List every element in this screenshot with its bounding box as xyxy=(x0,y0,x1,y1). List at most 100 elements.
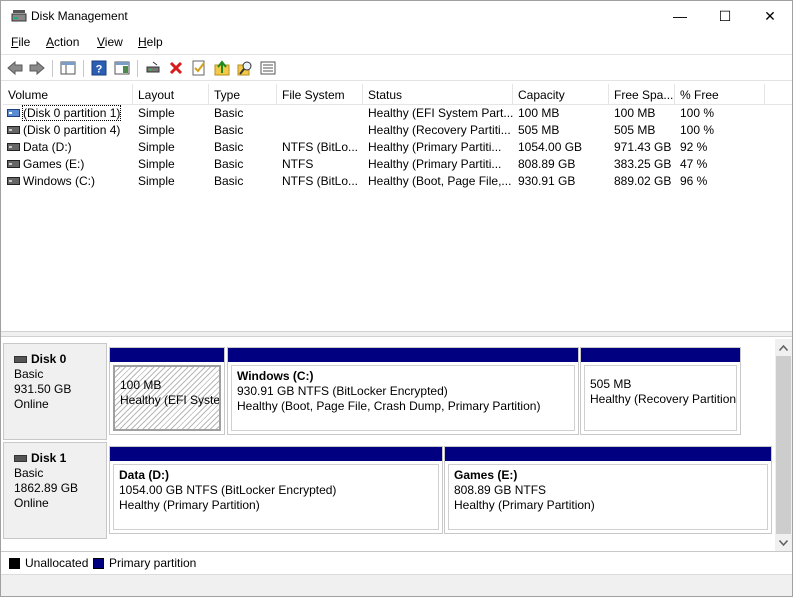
console-tree-icon xyxy=(60,61,76,75)
volume-icon xyxy=(7,160,20,168)
partition-size: 100 MB xyxy=(120,378,162,392)
partition-size: 1054.00 GB NTFS (BitLocker Encrypted) xyxy=(119,483,337,497)
volume-status: Healthy (Primary Partiti... xyxy=(368,157,502,171)
primary-partition-bar xyxy=(445,447,771,461)
vertical-scrollbar[interactable] xyxy=(775,339,792,551)
menu-view-rest: iew xyxy=(104,35,123,49)
menu-file[interactable]: File xyxy=(11,35,30,49)
disk-1-type: Basic xyxy=(14,466,44,480)
partition-title: Data (D:) xyxy=(119,468,169,482)
back-icon xyxy=(7,61,23,75)
forward-button[interactable] xyxy=(27,58,47,78)
volume-type: Basic xyxy=(214,174,244,188)
pane-splitter[interactable] xyxy=(1,331,792,337)
volume-name: Data (D:) xyxy=(23,140,72,154)
volume-row[interactable]: (Disk 0 partition 4) Simple Basic Health… xyxy=(3,122,792,139)
volume-name: Windows (C:) xyxy=(23,174,96,188)
menu-help-rest: elp xyxy=(146,35,163,49)
properties-button[interactable] xyxy=(189,58,209,78)
menu-view[interactable]: View xyxy=(97,35,123,49)
help-icon: ? xyxy=(91,60,107,76)
partition-title xyxy=(120,370,214,378)
partition-status: Healthy (Recovery Partition xyxy=(590,392,737,406)
volume-status: Healthy (Boot, Page File,... xyxy=(368,174,512,188)
title-bar[interactable]: Disk Management — ☐ ✕ xyxy=(1,1,792,31)
svg-text:?: ? xyxy=(96,64,103,76)
column-header-status[interactable]: Status xyxy=(363,84,513,105)
delete-icon xyxy=(169,61,183,75)
volume-list: Volume Layout Type File System Status Ca… xyxy=(3,84,792,331)
delete-button[interactable] xyxy=(166,58,186,78)
legend-label: Unallocated xyxy=(25,556,89,570)
partition-efi-system-body: 100 MB Healthy (EFI System xyxy=(113,365,221,431)
disk-0-name-row: Disk 0 xyxy=(14,352,106,367)
volume-free-space: 505 MB xyxy=(614,123,656,137)
chevron-down-icon xyxy=(779,539,788,546)
close-button[interactable]: ✕ xyxy=(747,1,793,31)
column-header-type[interactable]: Type xyxy=(209,84,277,105)
maximize-button[interactable]: ☐ xyxy=(702,1,748,31)
volume-row[interactable]: Games (E:) Simple Basic NTFS Healthy (Pr… xyxy=(3,156,792,173)
volume-free-space: 100 MB xyxy=(614,106,656,120)
show-hide-console-tree-button[interactable] xyxy=(58,58,78,78)
volume-layout: Simple xyxy=(138,174,175,188)
volume-row[interactable]: Data (D:) Simple Basic NTFS (BitLo... He… xyxy=(3,139,792,156)
menu-bar: File Action View Help xyxy=(1,32,792,53)
volume-row[interactable]: (Disk 0 partition 1) Simple Basic Health… xyxy=(3,105,792,122)
volume-status: Healthy (EFI System Part... xyxy=(368,106,514,120)
window-title: Disk Management xyxy=(31,9,128,23)
partition-games-e[interactable]: Games (E:) 808.89 GB NTFS Healthy (Prima… xyxy=(444,446,772,534)
partition-efi-system[interactable]: 100 MB Healthy (EFI System xyxy=(109,347,225,435)
volume-free-space: 971.43 GB xyxy=(614,140,672,154)
disk-1-size: 1862.89 GB xyxy=(14,481,79,495)
partition-recovery-body: 505 MB Healthy (Recovery Partition xyxy=(584,365,737,431)
partition-windows-c-body: Windows (C:) 930.91 GB NTFS (BitLocker E… xyxy=(231,365,575,431)
show-hide-action-pane-button[interactable] xyxy=(112,58,132,78)
help-button[interactable]: ? xyxy=(89,58,109,78)
menu-action[interactable]: Action xyxy=(46,35,79,49)
volume-status: Healthy (Recovery Partiti... xyxy=(368,123,511,137)
disk-icon xyxy=(14,356,27,363)
volume-capacity: 1054.00 GB xyxy=(518,140,583,154)
volume-percent-free: 47 % xyxy=(680,157,708,171)
volume-capacity: 100 MB xyxy=(518,106,560,120)
minimize-button[interactable]: — xyxy=(657,1,703,31)
menu-help[interactable]: Help xyxy=(138,35,163,49)
column-header-file-system[interactable]: File System xyxy=(277,84,363,105)
partition-status: Healthy (Primary Partition) xyxy=(454,498,595,512)
volume-name: (Disk 0 partition 1) xyxy=(21,105,122,121)
scroll-thumb[interactable] xyxy=(776,356,791,534)
partition-data-d[interactable]: Data (D:) 1054.00 GB NTFS (BitLocker Enc… xyxy=(109,446,443,534)
volume-list-header: Volume Layout Type File System Status Ca… xyxy=(3,84,792,105)
partition-windows-c[interactable]: Windows (C:) 930.91 GB NTFS (BitLocker E… xyxy=(227,347,579,435)
partition-size: 505 MB xyxy=(590,377,632,391)
disk-0-state: Online xyxy=(14,397,49,411)
partition-recovery[interactable]: 505 MB Healthy (Recovery Partition xyxy=(580,347,741,435)
primary-partition-bar xyxy=(110,348,224,362)
legend-label: Primary partition xyxy=(109,556,197,570)
volume-layout: Simple xyxy=(138,140,175,154)
volume-layout: Simple xyxy=(138,123,175,137)
disk-0-label[interactable]: Disk 0 Basic 931.50 GB Online xyxy=(3,343,107,440)
volume-row[interactable]: Windows (C:) Simple Basic NTFS (BitLo...… xyxy=(3,173,792,190)
up-one-level-button[interactable] xyxy=(212,58,232,78)
disk-management-window: Disk Management — ☐ ✕ File Action View H… xyxy=(0,0,793,597)
column-header-free-space[interactable]: Free Spa... xyxy=(609,84,675,105)
volume-layout: Simple xyxy=(138,157,175,171)
list-icon xyxy=(260,61,276,75)
list-view-button[interactable] xyxy=(258,58,278,78)
disk-1-label[interactable]: Disk 1 Basic 1862.89 GB Online xyxy=(3,442,107,539)
toolbar-separator xyxy=(83,60,84,77)
search-button[interactable] xyxy=(235,58,255,78)
back-button[interactable] xyxy=(5,58,25,78)
volume-percent-free: 96 % xyxy=(680,174,708,188)
scroll-up-arrow[interactable] xyxy=(775,339,792,356)
column-header-layout[interactable]: Layout xyxy=(133,84,209,105)
column-header-percent-free[interactable]: % Free xyxy=(675,84,765,105)
column-header-capacity[interactable]: Capacity xyxy=(513,84,609,105)
legend-primary-partition: Primary partition xyxy=(93,556,196,570)
scroll-down-arrow[interactable] xyxy=(775,534,792,551)
volume-file-system: NTFS xyxy=(282,157,314,171)
column-header-volume[interactable]: Volume xyxy=(3,84,133,105)
connect-virtual-disk-button[interactable] xyxy=(143,58,163,78)
